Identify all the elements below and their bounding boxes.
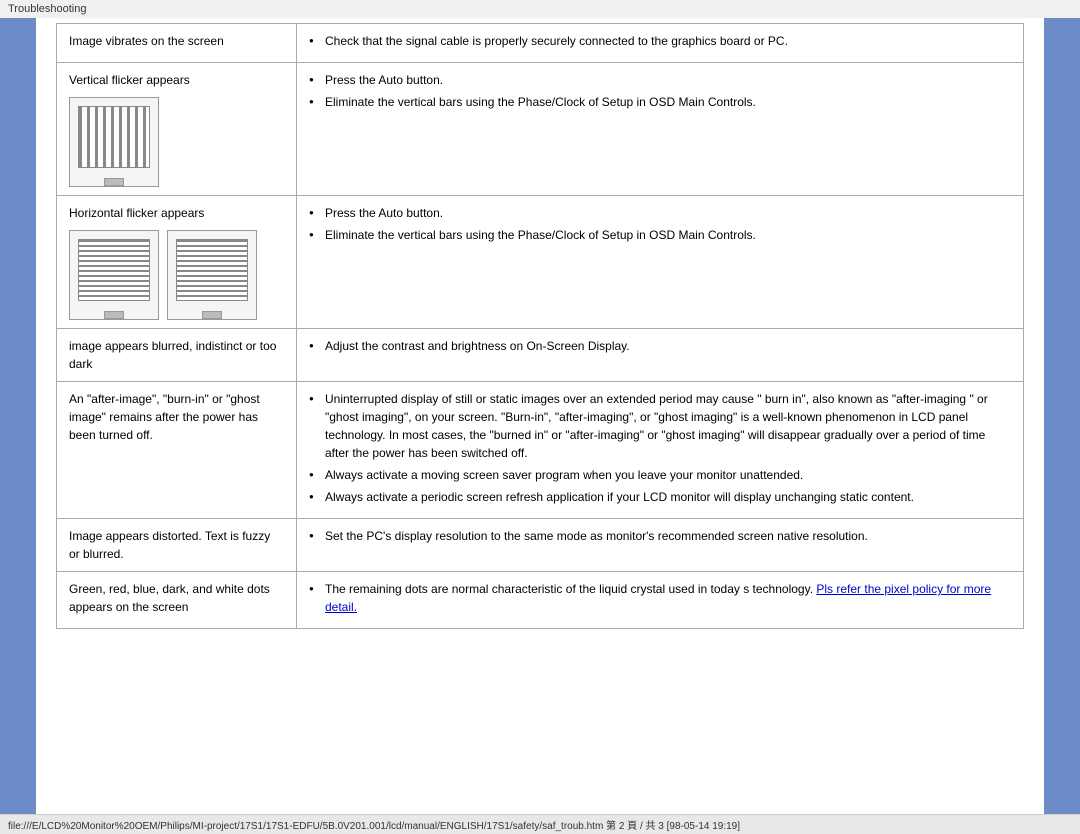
issue-title: An "after-image", "burn-in" or "ghost im… bbox=[69, 392, 260, 442]
pixel-policy-link[interactable]: Pls refer the pixel policy for more deta… bbox=[325, 582, 991, 614]
bottom-bar: file:///E/LCD%20Monitor%20OEM/Philips/MI… bbox=[0, 814, 1080, 834]
main-content: Image vibrates on the screen Check that t… bbox=[36, 18, 1044, 814]
solution-item: Set the PC's display resolution to the s… bbox=[309, 527, 1011, 545]
monitor-image-horizontal bbox=[167, 230, 257, 320]
solution-item: Press the Auto button. bbox=[309, 71, 1011, 89]
issue-title: Green, red, blue, dark, and white dots a… bbox=[69, 582, 270, 614]
troubleshoot-table: Image vibrates on the screen Check that t… bbox=[56, 23, 1024, 629]
right-sidebar bbox=[1044, 18, 1080, 814]
table-row: image appears blurred, indistinct or too… bbox=[57, 329, 1024, 382]
issue-title: Image appears distorted. Text is fuzzy o… bbox=[69, 529, 270, 561]
solution-item: Uninterrupted display of still or static… bbox=[309, 390, 1011, 462]
issue-title: Horizontal flicker appears bbox=[69, 206, 204, 220]
top-bar: Troubleshooting bbox=[0, 0, 1080, 18]
solution-item: Eliminate the vertical bars using the Ph… bbox=[309, 226, 1011, 244]
bottom-url: file:///E/LCD%20Monitor%20OEM/Philips/MI… bbox=[8, 817, 740, 832]
solutions-list: The remaining dots are normal characteri… bbox=[309, 580, 1011, 616]
monitor-images bbox=[69, 97, 284, 187]
solutions-list: Uninterrupted display of still or static… bbox=[309, 390, 1011, 506]
solutions-list: Set the PC's display resolution to the s… bbox=[309, 527, 1011, 545]
monitor-images bbox=[69, 230, 284, 320]
table-row: Horizontal flicker appears Press the Auto… bbox=[57, 196, 1024, 329]
table-row: Vertical flicker appears Press the Auto b… bbox=[57, 63, 1024, 196]
solution-item: Adjust the contrast and brightness on On… bbox=[309, 337, 1011, 355]
solution-item: The remaining dots are normal characteri… bbox=[309, 580, 1011, 616]
monitor-image-vertical bbox=[69, 97, 159, 187]
solution-item: Always activate a periodic screen refres… bbox=[309, 488, 1011, 506]
monitor-image-horizontal bbox=[69, 230, 159, 320]
left-sidebar bbox=[0, 18, 36, 814]
table-row: An "after-image", "burn-in" or "ghost im… bbox=[57, 382, 1024, 519]
solution-item: Check that the signal cable is properly … bbox=[309, 32, 1011, 50]
solution-item: Press the Auto button. bbox=[309, 204, 1011, 222]
solutions-list: Press the Auto button. Eliminate the vert… bbox=[309, 204, 1011, 244]
solutions-list: Adjust the contrast and brightness on On… bbox=[309, 337, 1011, 355]
solution-item: Always activate a moving screen saver pr… bbox=[309, 466, 1011, 484]
issue-title: image appears blurred, indistinct or too… bbox=[69, 339, 276, 371]
solution-item: Eliminate the vertical bars using the Ph… bbox=[309, 93, 1011, 111]
issue-title: Vertical flicker appears bbox=[69, 73, 190, 87]
table-row: Image vibrates on the screen Check that t… bbox=[57, 24, 1024, 63]
top-bar-label: Troubleshooting bbox=[8, 3, 86, 15]
content-inner[interactable]: Image vibrates on the screen Check that t… bbox=[36, 18, 1044, 814]
table-row: Image appears distorted. Text is fuzzy o… bbox=[57, 519, 1024, 572]
table-row: Green, red, blue, dark, and white dots a… bbox=[57, 572, 1024, 629]
solutions-list: Press the Auto button. Eliminate the vert… bbox=[309, 71, 1011, 111]
solutions-list: Check that the signal cable is properly … bbox=[309, 32, 1011, 50]
issue-title: Image vibrates on the screen bbox=[69, 34, 224, 48]
